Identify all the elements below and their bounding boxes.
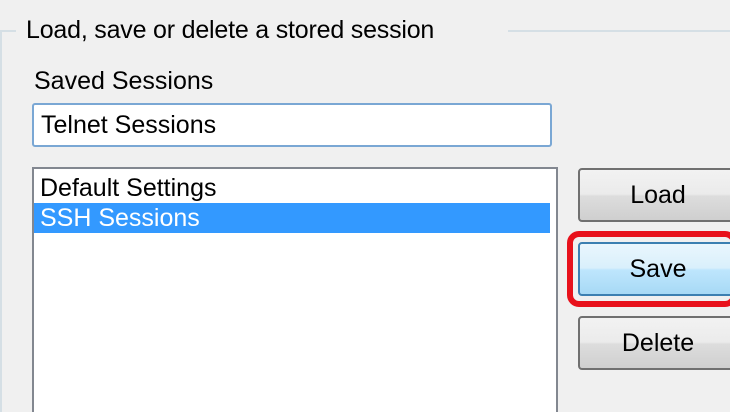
saved-session-name-input[interactable] [32, 103, 552, 147]
list-item-default-settings[interactable]: Default Settings [34, 173, 550, 203]
load-button[interactable]: Load [578, 168, 730, 222]
group-border-top-left [0, 30, 16, 32]
save-button[interactable]: Save [578, 242, 730, 296]
list-item-ssh-sessions[interactable]: SSH Sessions [34, 203, 550, 233]
saved-sessions-list[interactable]: Default Settings SSH Sessions [32, 167, 558, 412]
delete-button[interactable]: Delete [578, 316, 730, 370]
group-title: Load, save or delete a stored session [26, 16, 435, 44]
group-border-top-right [508, 30, 730, 32]
group-border-left [0, 30, 2, 412]
saved-sessions-label: Saved Sessions [34, 67, 214, 95]
